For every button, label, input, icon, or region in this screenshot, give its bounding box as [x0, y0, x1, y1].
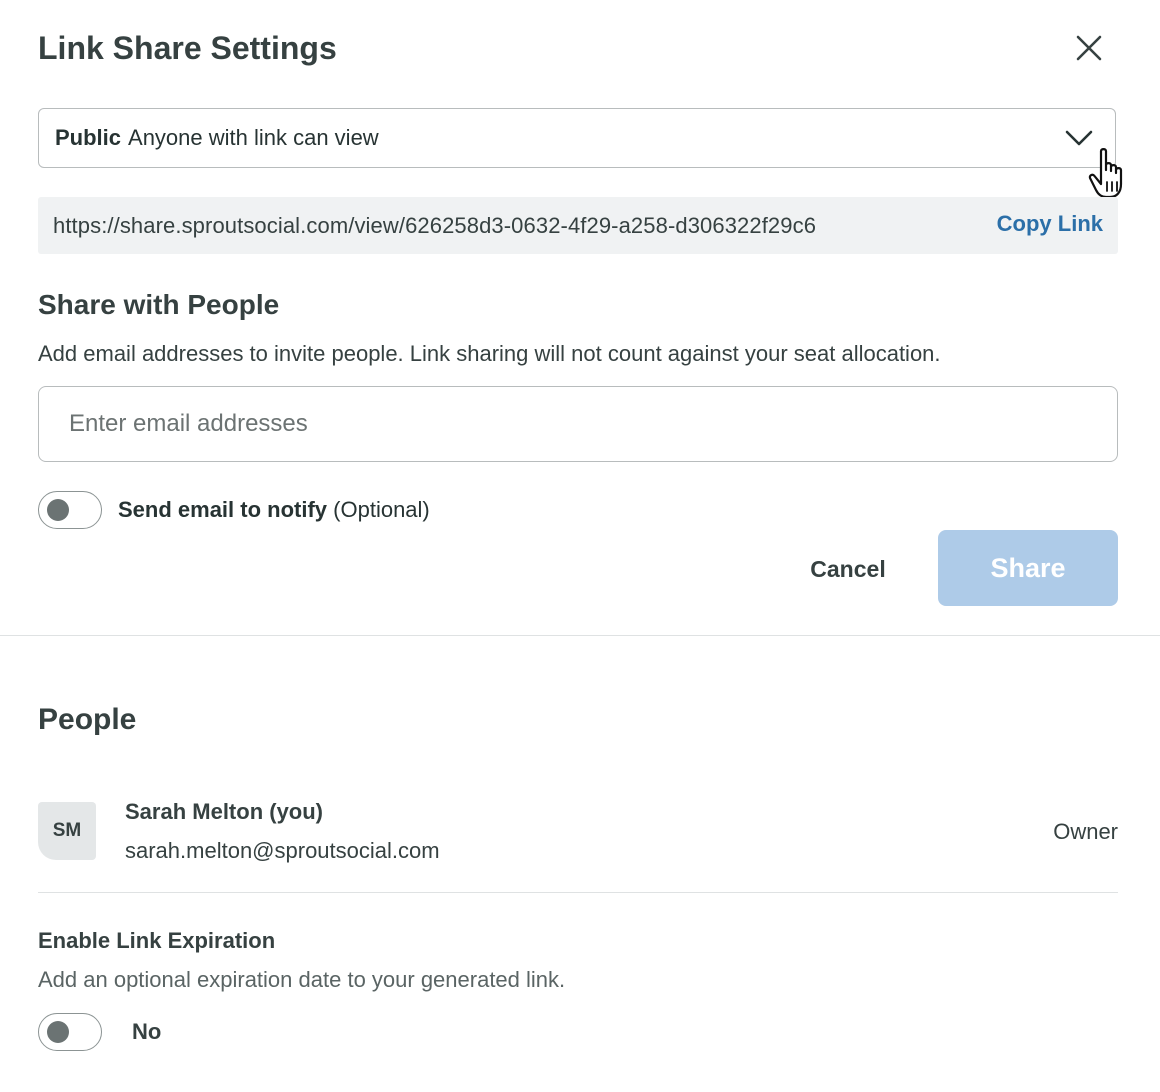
- notify-label: Send email to notify (Optional): [118, 496, 430, 524]
- email-addresses-input[interactable]: [38, 386, 1118, 462]
- toggle-knob: [47, 1021, 69, 1043]
- link-expiration-description: Add an optional expiration date to your …: [38, 967, 566, 992]
- cancel-button[interactable]: Cancel: [790, 545, 906, 593]
- link-expiration-state: No: [132, 1019, 162, 1044]
- person-name: Sarah Melton (you): [125, 799, 324, 824]
- share-with-people-heading: Share with People: [38, 289, 280, 320]
- section-divider: [0, 635, 1160, 636]
- access-level-select[interactable]: Public Anyone with link can view: [38, 108, 1116, 168]
- close-button[interactable]: [1068, 27, 1110, 69]
- link-expiration-title: Enable Link Expiration: [38, 928, 276, 953]
- people-divider: [38, 892, 1118, 893]
- dialog-title: Link Share Settings: [38, 30, 337, 66]
- hand-pointer-cursor-icon: [1088, 148, 1123, 199]
- people-heading: People: [38, 703, 137, 736]
- access-level-value: Public: [55, 125, 122, 150]
- share-with-people-description: Add email addresses to invite people. Li…: [38, 341, 941, 366]
- avatar: SM: [38, 802, 96, 860]
- notify-optional-text: (Optional): [333, 497, 430, 522]
- copy-link-button[interactable]: Copy Link: [997, 211, 1103, 237]
- person-role: Owner: [1053, 819, 1118, 844]
- link-expiration-toggle[interactable]: [38, 1013, 102, 1051]
- toggle-knob: [47, 499, 69, 521]
- notify-toggle[interactable]: [38, 491, 102, 529]
- access-level-description: Anyone with link can view: [128, 125, 379, 150]
- share-button[interactable]: Share: [938, 530, 1118, 606]
- person-email: sarah.melton@sproutsocial.com: [125, 838, 440, 863]
- close-icon: [1076, 35, 1102, 61]
- share-link-bar: https://share.sproutsocial.com/view/6262…: [38, 197, 1118, 254]
- notify-label-text: Send email to notify: [118, 497, 328, 522]
- share-link-url: https://share.sproutsocial.com/view/6262…: [53, 212, 817, 238]
